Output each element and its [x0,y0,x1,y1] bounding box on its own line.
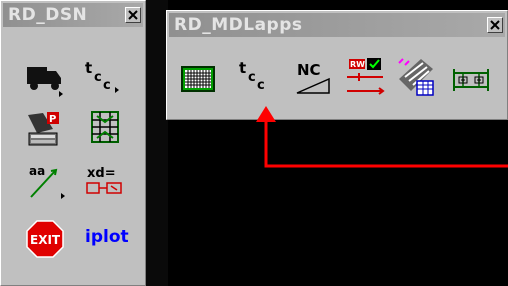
tcc-icon: t c c [85,59,119,93]
svg-text:c: c [94,70,102,85]
rd-mdlapps-titlebar[interactable]: RD_MDLapps [169,13,505,37]
design-edit-tool-button[interactable]: P [25,109,65,149]
svg-text:xd=: xd= [87,166,116,181]
tcc-icon: t c c [239,59,265,93]
stripe-table-tool-button[interactable] [397,57,437,97]
exit-icon: EXIT [26,220,64,258]
green-grid-icon [181,66,215,92]
close-icon [490,20,500,30]
svg-text:aa: aa [29,164,45,178]
truck-icon [27,67,63,97]
rw-level-icon: RW [347,58,385,95]
nc-tool-button[interactable]: NC [293,59,333,99]
stripe-table-icon [398,58,434,96]
desktop-gap [146,0,168,286]
tcc-tool-button[interactable]: t c c [83,57,123,97]
rd-dsn-window: RD_DSN t c c P aa xd= EXIT iplot [0,0,146,286]
xd-table-tool-button[interactable]: xd= [85,163,125,203]
xd-table-icon: xd= [86,166,122,194]
svg-text:c: c [248,70,256,85]
svg-text:EXIT: EXIT [30,233,61,247]
svg-text:c: c [103,78,111,93]
close-icon [128,10,138,20]
grid-frame-icon [91,111,119,143]
aa-line-tool-button[interactable]: aa [27,161,67,201]
svg-text:t: t [85,59,92,77]
beam-icon [453,69,489,91]
tcc-tool-button-2[interactable]: t c c [237,57,277,97]
iplot-label: iplot [85,227,129,247]
green-grid-tool-button[interactable] [179,59,219,99]
rd-mdlapps-window: RD_MDLapps t c c NC RW [166,10,508,120]
rd-mdlapps-title: RD_MDLapps [174,15,303,35]
rd-dsn-title: RD_DSN [8,5,88,25]
nc-triangle-icon: NC [296,61,330,94]
svg-text:P: P [49,114,56,125]
rd-mdlapps-close-button[interactable] [487,17,503,33]
rd-dsn-titlebar[interactable]: RD_DSN [3,3,143,27]
aa-line-icon: aa [29,164,65,199]
svg-text:t: t [239,59,246,77]
beam-tool-button[interactable] [451,59,491,99]
iplot-tool-button[interactable]: iplot [83,225,135,255]
svg-text:RW: RW [350,60,365,69]
exit-tool-button[interactable]: EXIT [25,219,65,259]
rd-dsn-close-button[interactable] [125,7,141,23]
svg-text:NC: NC [297,61,321,79]
svg-text:c: c [257,78,265,93]
truck-tool-button[interactable] [25,59,65,99]
design-edit-icon: P [28,112,59,146]
rw-tool-button[interactable]: RW [345,57,385,97]
grid-frame-tool-button[interactable] [85,107,125,147]
